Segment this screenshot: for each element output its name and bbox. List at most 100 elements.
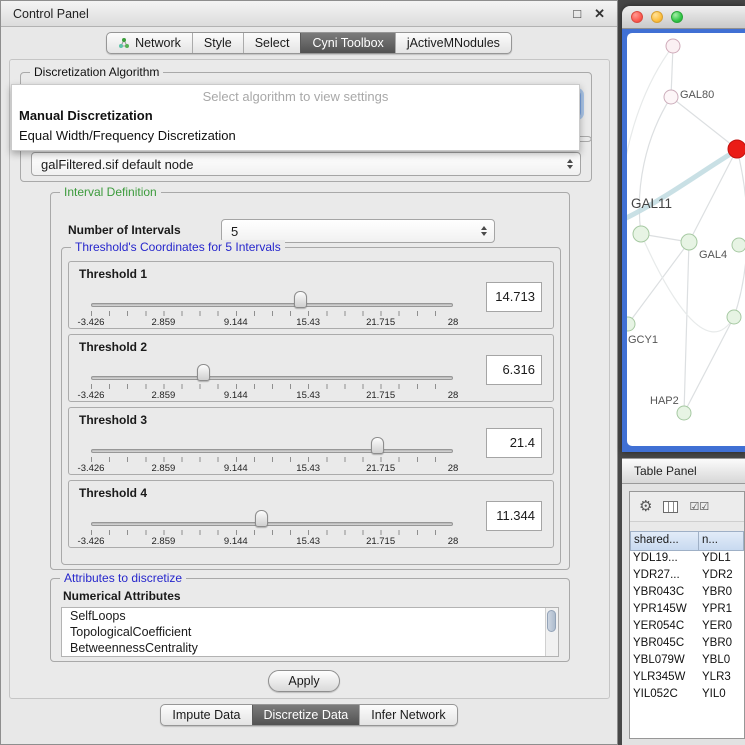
- scale-label: -3.426: [78, 536, 105, 547]
- cell-shared-name[interactable]: YBR045C: [630, 636, 699, 653]
- table-row[interactable]: YBR045C YBR0: [630, 636, 744, 653]
- scale-label: 21.715: [366, 536, 395, 547]
- table-row[interactable]: YIL052C YIL0: [630, 687, 744, 704]
- scrollbar-thumb[interactable]: [547, 610, 556, 632]
- cell-name[interactable]: YER0: [699, 619, 744, 636]
- table-row[interactable]: YLR345W YLR3: [630, 670, 744, 687]
- table-row[interactable]: YBR043C YBR0: [630, 585, 744, 602]
- threshold-4-slider[interactable]: -3.426 2.859 9.144 15.43 21.715 28: [91, 509, 453, 547]
- threshold-1-value-field[interactable]: 14.713: [486, 282, 542, 312]
- gear-icon[interactable]: ⚙: [639, 499, 652, 514]
- scale-label: 15.43: [296, 536, 320, 547]
- table-panel-body: ⚙ ☑☑ shared... n... YDL19... YDL1 YDR27.…: [622, 484, 745, 745]
- slider-track[interactable]: [91, 522, 453, 526]
- table-header-row: shared... n...: [630, 531, 744, 551]
- close-traffic-light[interactable]: [631, 11, 643, 23]
- network-view-window: GAL80 GAL11 GAL4 GCY1 HAP2: [622, 6, 745, 452]
- node-label-gal11: GAL11: [631, 196, 672, 211]
- node-label-gcy1: GCY1: [628, 334, 658, 346]
- tab-discretize-data[interactable]: Discretize Data: [252, 705, 360, 725]
- threshold-1-panel: Threshold 1 -3.426 2.859 9.144 15.43 21.…: [68, 261, 554, 329]
- cell-name[interactable]: YBL0: [699, 653, 744, 670]
- scale-label: 2.859: [152, 536, 176, 547]
- scale-label: 9.144: [224, 317, 248, 328]
- list-item[interactable]: TopologicalCoefficient: [62, 624, 558, 640]
- cell-shared-name[interactable]: YPR145W: [630, 602, 699, 619]
- threshold-label: Threshold 1: [79, 267, 147, 281]
- table-data-combobox[interactable]: galFiltered.sif default node: [31, 152, 581, 176]
- tab-cyni-toolbox[interactable]: Cyni Toolbox: [300, 33, 394, 53]
- group-title: Threshold's Coordinates for 5 Intervals: [71, 240, 285, 255]
- bottom-tabbar: Impute Data Discretize Data Infer Networ…: [1, 704, 617, 726]
- tab-infer-network[interactable]: Infer Network: [359, 705, 456, 725]
- tab-network[interactable]: Network: [107, 33, 192, 53]
- threshold-1-slider[interactable]: -3.426 2.859 9.144 15.43 21.715 28: [91, 290, 453, 328]
- table-row[interactable]: YDR27... YDR2: [630, 568, 744, 585]
- cell-name[interactable]: YDL1: [699, 551, 744, 568]
- threshold-2-slider[interactable]: -3.426 2.859 9.144 15.43 21.715 28: [91, 363, 453, 401]
- cyni-toolbox-panel: Discretization Algorithm Select algorith…: [9, 59, 610, 699]
- node-label-gal80: GAL80: [680, 89, 714, 101]
- cell-shared-name[interactable]: YBL079W: [630, 653, 699, 670]
- close-window-icon[interactable]: ✕: [594, 6, 605, 22]
- apply-button[interactable]: Apply: [268, 670, 340, 692]
- slider-thumb[interactable]: [294, 291, 307, 308]
- table-row[interactable]: YDL19... YDL1: [630, 551, 744, 568]
- float-window-icon[interactable]: □: [573, 6, 581, 21]
- threshold-4-value-field[interactable]: 11.344: [486, 501, 542, 531]
- cell-name[interactable]: YDR2: [699, 568, 744, 585]
- network-canvas[interactable]: GAL80 GAL11 GAL4 GCY1 HAP2: [627, 33, 745, 446]
- tab-style[interactable]: Style: [192, 33, 243, 53]
- columns-icon[interactable]: [663, 501, 678, 513]
- cell-name[interactable]: YIL0: [699, 687, 744, 704]
- tab-select[interactable]: Select: [243, 33, 301, 53]
- minimize-traffic-light[interactable]: [651, 11, 663, 23]
- slider-track[interactable]: [91, 449, 453, 453]
- cell-shared-name[interactable]: YER054C: [630, 619, 699, 636]
- slider-thumb[interactable]: [255, 510, 268, 527]
- cell-name[interactable]: YLR3: [699, 670, 744, 687]
- scale-label: 28: [448, 463, 459, 474]
- list-item[interactable]: BetweennessCentrality: [62, 640, 558, 656]
- cell-shared-name[interactable]: YDL19...: [630, 551, 699, 568]
- zoom-traffic-light[interactable]: [671, 11, 683, 23]
- column-header-name[interactable]: n...: [699, 531, 744, 551]
- threshold-label: Threshold 4: [79, 486, 147, 500]
- slider-ticks: [91, 384, 453, 389]
- slider-thumb[interactable]: [371, 437, 384, 454]
- bottom-tab-segment: Impute Data Discretize Data Infer Networ…: [160, 704, 457, 726]
- table-row[interactable]: YER054C YER0: [630, 619, 744, 636]
- select-columns-checkboxes-icon[interactable]: ☑☑: [689, 500, 709, 513]
- threshold-3-value-field[interactable]: 21.4: [486, 428, 542, 458]
- cell-shared-name[interactable]: YIL052C: [630, 687, 699, 704]
- slider-track[interactable]: [91, 376, 453, 380]
- dropdown-option-equal-width-frequency[interactable]: Equal Width/Frequency Discretization: [12, 126, 579, 146]
- threshold-3-slider[interactable]: -3.426 2.859 9.144 15.43 21.715 28: [91, 436, 453, 474]
- network-window-titlebar: [622, 6, 745, 29]
- table-row[interactable]: YPR145W YPR1: [630, 602, 744, 619]
- slider-track[interactable]: [91, 303, 453, 307]
- node-table: shared... n... YDL19... YDL1 YDR27... YD…: [630, 531, 744, 738]
- threshold-2-value-field[interactable]: 6.316: [486, 355, 542, 385]
- selected-node[interactable]: [728, 140, 745, 158]
- list-item[interactable]: SelfLoops: [62, 608, 558, 624]
- tab-jactivemnodules[interactable]: jActiveMNodules: [395, 33, 511, 53]
- window-title: Control Panel: [13, 7, 560, 21]
- slider-thumb[interactable]: [197, 364, 210, 381]
- list-scrollbar[interactable]: [545, 608, 558, 656]
- node-table-frame: ⚙ ☑☑ shared... n... YDL19... YDL1 YDR27.…: [629, 491, 745, 739]
- cell-name[interactable]: YBR0: [699, 636, 744, 653]
- threshold-3-panel: Threshold 3 -3.426 2.859 9.144 15.43 21.…: [68, 407, 554, 475]
- cell-name[interactable]: YPR1: [699, 602, 744, 619]
- scale-label: 21.715: [366, 317, 395, 328]
- cell-name[interactable]: YBR0: [699, 585, 744, 602]
- tab-impute-data[interactable]: Impute Data: [161, 705, 251, 725]
- column-header-shared-name[interactable]: shared...: [630, 531, 699, 551]
- table-row[interactable]: YBL079W YBL0: [630, 653, 744, 670]
- slider-scale: -3.426 2.859 9.144 15.43 21.715 28: [91, 463, 453, 475]
- dropdown-option-manual-discretization[interactable]: Manual Discretization: [12, 106, 579, 126]
- cell-shared-name[interactable]: YLR345W: [630, 670, 699, 687]
- cell-shared-name[interactable]: YDR27...: [630, 568, 699, 585]
- threshold-4-panel: Threshold 4 -3.426 2.859 9.144 15.43 21.…: [68, 480, 554, 548]
- cell-shared-name[interactable]: YBR043C: [630, 585, 699, 602]
